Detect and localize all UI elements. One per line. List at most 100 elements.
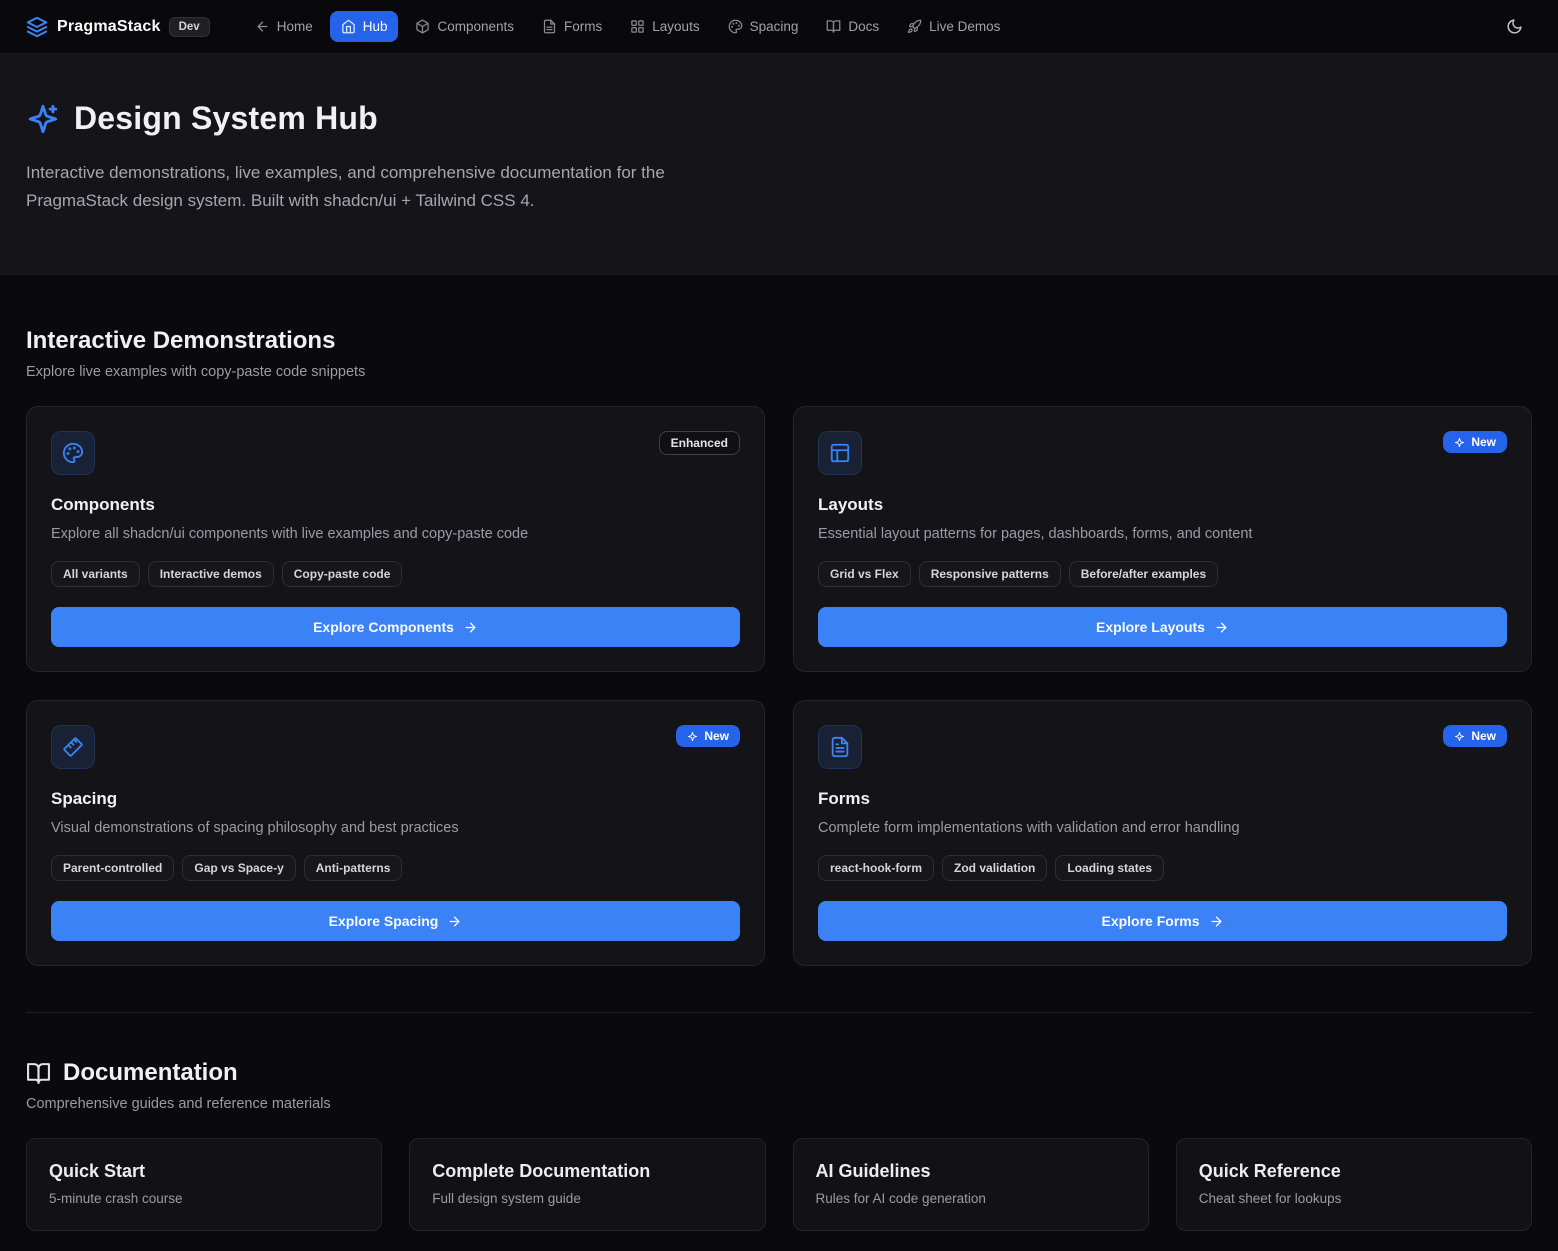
documentation-heading: Documentation xyxy=(63,1059,238,1087)
tag: Before/after examples xyxy=(1069,561,1218,587)
card-description: Explore all shadcn/ui components with li… xyxy=(51,524,740,545)
doc-card-quick-reference[interactable]: Quick Reference Cheat sheet for lookups xyxy=(1176,1138,1532,1231)
button-label: Explore Layouts xyxy=(1096,619,1205,635)
doc-card-title: Quick Reference xyxy=(1199,1161,1509,1182)
doc-card-description: Full design system guide xyxy=(432,1191,742,1206)
button-label: Explore Components xyxy=(313,619,454,635)
arrow-right-icon xyxy=(447,914,462,929)
sparkles-icon xyxy=(26,102,60,136)
navbar-right xyxy=(1496,9,1532,45)
tag: Responsive patterns xyxy=(919,561,1061,587)
demo-card-forms: New Forms Complete form implementations … xyxy=(793,700,1532,966)
doc-card-description: 5-minute crash course xyxy=(49,1191,359,1206)
home-icon xyxy=(341,19,356,34)
doc-card-description: Rules for AI code generation xyxy=(816,1191,1126,1206)
moon-icon xyxy=(1506,18,1523,35)
enhanced-badge: Enhanced xyxy=(659,431,740,455)
arrow-right-icon xyxy=(1209,914,1224,929)
doc-card-title: Quick Start xyxy=(49,1161,359,1182)
new-badge: New xyxy=(1443,431,1507,453)
nav-item-live-demos[interactable]: Live Demos xyxy=(896,11,1011,42)
card-title: Forms xyxy=(818,789,1507,809)
explore-layouts-button[interactable]: Explore Layouts xyxy=(818,607,1507,647)
tag: Copy-paste code xyxy=(282,561,403,587)
sparkles-icon xyxy=(1454,731,1465,742)
doc-card-complete-documentation[interactable]: Complete Documentation Full design syste… xyxy=(409,1138,765,1231)
dev-badge: Dev xyxy=(169,17,210,37)
doc-card-description: Cheat sheet for lookups xyxy=(1199,1191,1509,1206)
documentation-subheading: Comprehensive guides and reference mater… xyxy=(26,1096,1532,1112)
button-label: Explore Spacing xyxy=(329,913,439,929)
tag: react-hook-form xyxy=(818,855,934,881)
palette-icon xyxy=(51,431,95,475)
panels-icon xyxy=(818,431,862,475)
doc-card-quick-start[interactable]: Quick Start 5-minute crash course xyxy=(26,1138,382,1231)
tag-row: Grid vs Flex Responsive patterns Before/… xyxy=(818,561,1507,587)
arrow-right-icon xyxy=(1214,620,1229,635)
nav-label: Spacing xyxy=(750,19,799,34)
book-open-icon xyxy=(26,1061,51,1086)
top-navbar: PragmaStack Dev Home Hub Components Form xyxy=(0,0,1558,54)
sparkles-icon xyxy=(1454,437,1465,448)
demo-card-spacing: New Spacing Visual demonstrations of spa… xyxy=(26,700,765,966)
nav-label: Live Demos xyxy=(929,19,1000,34)
documentation-section: Documentation Comprehensive guides and r… xyxy=(26,1013,1532,1231)
nav-label: Forms xyxy=(564,19,602,34)
theme-toggle-button[interactable] xyxy=(1496,9,1532,45)
demos-heading: Interactive Demonstrations xyxy=(26,327,1532,355)
card-title: Spacing xyxy=(51,789,740,809)
palette-icon xyxy=(728,19,743,34)
nav-item-layouts[interactable]: Layouts xyxy=(619,11,710,42)
tag-row: All variants Interactive demos Copy-past… xyxy=(51,561,740,587)
arrow-right-icon xyxy=(463,620,478,635)
rocket-icon xyxy=(907,19,922,34)
box-icon xyxy=(415,19,430,34)
nav-item-home[interactable]: Home xyxy=(244,11,324,42)
nav-item-components[interactable]: Components xyxy=(404,11,525,42)
file-text-icon xyxy=(542,19,557,34)
nav-item-hub[interactable]: Hub xyxy=(330,11,399,42)
card-description: Complete form implementations with valid… xyxy=(818,818,1507,839)
explore-spacing-button[interactable]: Explore Spacing xyxy=(51,901,740,941)
brand[interactable]: PragmaStack xyxy=(26,16,161,38)
doc-card-title: AI Guidelines xyxy=(816,1161,1126,1182)
explore-components-button[interactable]: Explore Components xyxy=(51,607,740,647)
arrow-left-icon xyxy=(255,19,270,34)
tag: Parent-controlled xyxy=(51,855,174,881)
demo-card-grid: Enhanced Components Explore all shadcn/u… xyxy=(26,406,1532,966)
book-open-icon xyxy=(826,19,841,34)
new-badge: New xyxy=(1443,725,1507,747)
badge-label: New xyxy=(1471,435,1496,449)
hero-description: Interactive demonstrations, live example… xyxy=(26,159,771,214)
demos-section: Interactive Demonstrations Explore live … xyxy=(26,275,1532,966)
sparkles-icon xyxy=(687,731,698,742)
nav-label: Hub xyxy=(363,19,388,34)
card-description: Visual demonstrations of spacing philoso… xyxy=(51,818,740,839)
badge-label: New xyxy=(704,729,729,743)
tag-row: Parent-controlled Gap vs Space-y Anti-pa… xyxy=(51,855,740,881)
tag: All variants xyxy=(51,561,140,587)
tag: Gap vs Space-y xyxy=(182,855,295,881)
main-content: Interactive Demonstrations Explore live … xyxy=(0,275,1558,1251)
tag: Loading states xyxy=(1055,855,1164,881)
card-description: Essential layout patterns for pages, das… xyxy=(818,524,1507,545)
nav-label: Layouts xyxy=(652,19,699,34)
explore-forms-button[interactable]: Explore Forms xyxy=(818,901,1507,941)
nav-item-spacing[interactable]: Spacing xyxy=(717,11,810,42)
doc-card-ai-guidelines[interactable]: AI Guidelines Rules for AI code generati… xyxy=(793,1138,1149,1231)
tag: Zod validation xyxy=(942,855,1047,881)
doc-card-title: Complete Documentation xyxy=(432,1161,742,1182)
layers-icon xyxy=(26,16,48,38)
file-text-icon xyxy=(818,725,862,769)
new-badge: New xyxy=(676,725,740,747)
demo-card-components: Enhanced Components Explore all shadcn/u… xyxy=(26,406,765,672)
badge-label: New xyxy=(1471,729,1496,743)
nav-item-docs[interactable]: Docs xyxy=(815,11,890,42)
tag: Interactive demos xyxy=(148,561,274,587)
doc-card-grid: Quick Start 5-minute crash course Comple… xyxy=(26,1138,1532,1231)
nav-item-forms[interactable]: Forms xyxy=(531,11,613,42)
layout-grid-icon xyxy=(630,19,645,34)
button-label: Explore Forms xyxy=(1101,913,1199,929)
nav-label: Docs xyxy=(848,19,879,34)
tag: Grid vs Flex xyxy=(818,561,911,587)
